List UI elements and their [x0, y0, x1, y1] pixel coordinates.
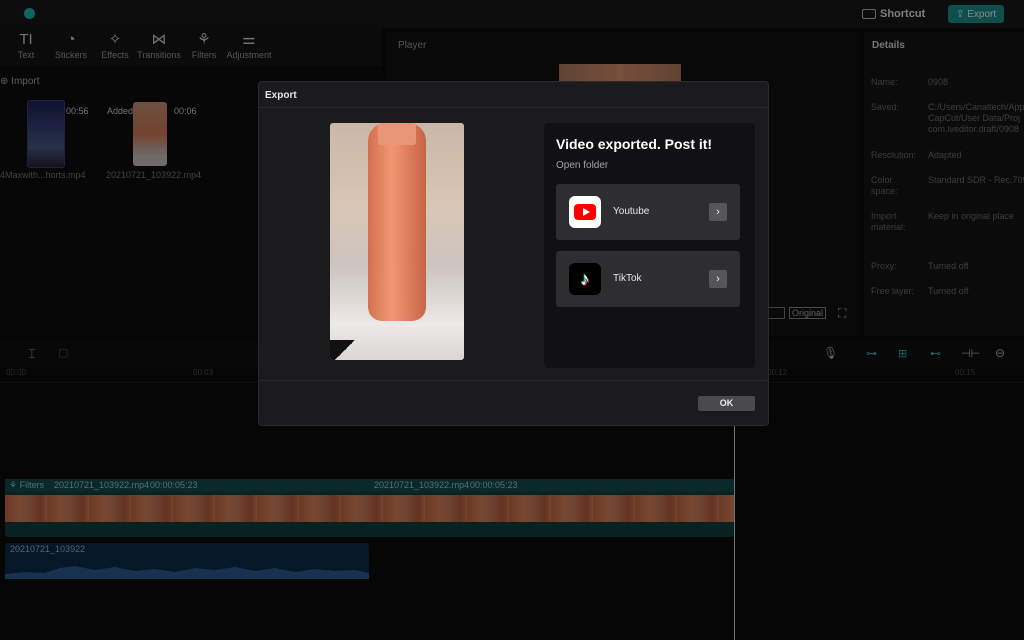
- tiktok-icon: ♪: [569, 263, 601, 295]
- export-video-preview: [330, 123, 464, 360]
- youtube-icon: [569, 196, 601, 228]
- dialog-divider: [258, 107, 767, 108]
- play-triangle-icon: [583, 208, 590, 216]
- ok-button[interactable]: OK: [698, 396, 755, 411]
- share-youtube-button[interactable]: Youtube ›: [556, 184, 740, 240]
- bottle-cap-image: [378, 123, 416, 145]
- post-title: Video exported. Post it!: [556, 136, 713, 152]
- open-folder-link[interactable]: Open folder: [556, 160, 608, 171]
- bottle-image: [368, 123, 426, 321]
- chevron-right-icon: ›: [709, 270, 727, 288]
- dialog-footer-divider: [258, 380, 767, 381]
- dialog-title: Export: [265, 90, 297, 101]
- share-label: TikTok: [613, 273, 642, 284]
- preview-shadow: [330, 340, 360, 360]
- share-label: Youtube: [613, 206, 650, 217]
- share-tiktok-button[interactable]: ♪ TikTok ›: [556, 251, 740, 307]
- chevron-right-icon: ›: [709, 203, 727, 221]
